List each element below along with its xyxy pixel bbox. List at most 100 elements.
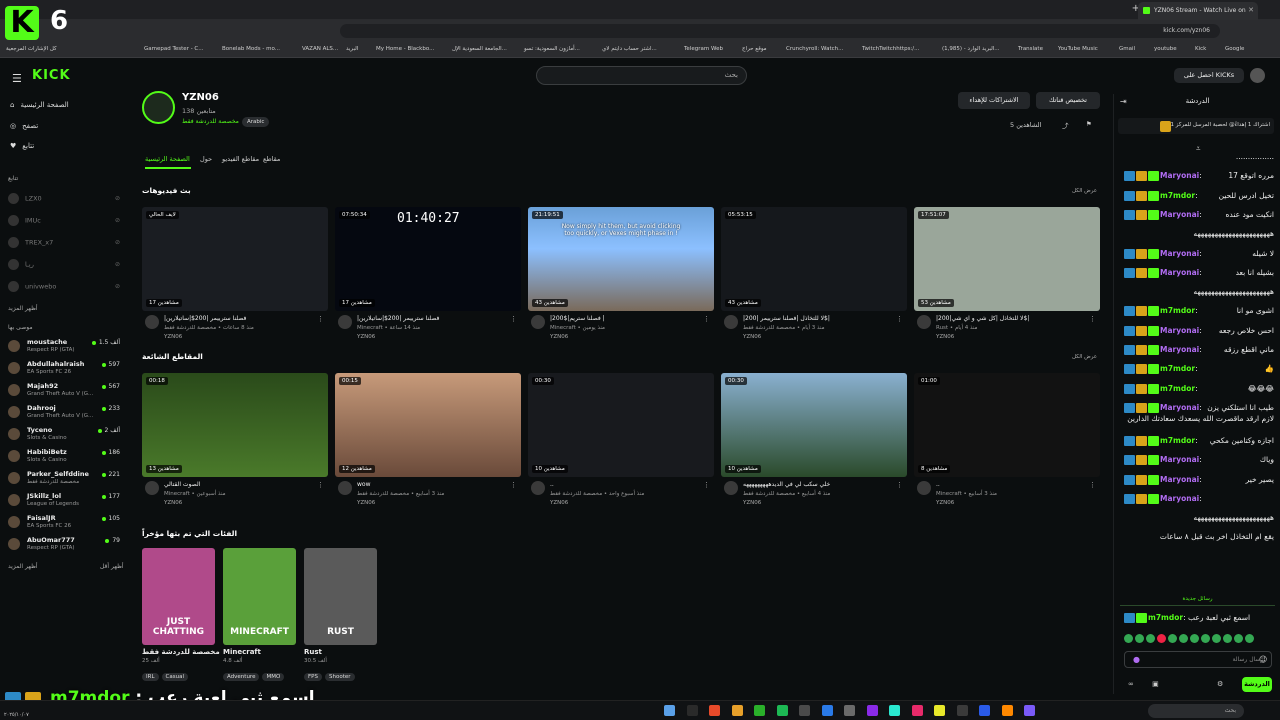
bookmark-item[interactable]: Gamepad Tester - C... [144,46,204,52]
tab-clips[interactable]: مقاطع [263,155,280,163]
tag[interactable]: IRL [142,673,159,681]
avatar[interactable] [917,315,931,329]
emote-icon[interactable] [1190,634,1199,643]
chat-username[interactable]: Maryonai [1160,249,1199,258]
emote-icon[interactable] [1168,634,1177,643]
taskbar-app-icon[interactable] [731,705,743,716]
card-user[interactable]: YZN06 [357,334,375,340]
thumbnail[interactable]: 01:00 8 مشاهدين [914,373,1100,477]
taskbar-app-icon[interactable] [1024,705,1035,716]
chat-input[interactable]: إرسال رسالة [1124,651,1272,668]
card-user[interactable]: YZN06 [164,500,182,506]
more-options-icon[interactable]: ⋮ [317,315,324,323]
card-title[interactable]: |200$|فصلنا ستريم | [550,315,700,322]
thumbnail[interactable]: 00:30 10 مشاهدين [721,373,907,477]
recommended-channel[interactable]: Majah92 Grand Theft Auto V (G... 567 [8,382,120,402]
customize-channel-button[interactable]: تخصيص قناتك [1036,92,1100,109]
category-name[interactable]: Minecraft [223,648,261,656]
card-title[interactable]: wow [357,481,507,488]
bookmark-item[interactable]: Crunchyroll: Watch... [786,46,843,52]
chat-username[interactable]: m7mdor [1160,191,1195,200]
clip-card[interactable]: 00:30 10 مشاهدين.. منذ أسبوع واحد • مخصصة … [528,373,714,509]
clip-card[interactable]: 01:00 8 مشاهدين.. Minecraft • منذ 3 أسابيع… [914,373,1100,509]
category-card[interactable]: JUST CHATTING مخصصة للدردشة فقط 25 ألف IRL C… [142,548,220,681]
sidebar-nav-item[interactable]: ♥ تتابع [10,142,34,150]
emote-icon[interactable] [1223,634,1232,643]
bookmark-item[interactable]: كل الإشارات المرجعية [6,46,57,52]
category-card[interactable]: RUST Rust 30.5 ألف FPS Shooter [304,548,377,681]
chat-username[interactable]: Maryonai [1160,455,1199,464]
card-user[interactable]: YZN06 [357,500,375,506]
avatar[interactable] [338,481,352,495]
bookmark-item[interactable]: YouTube Music [1058,46,1098,52]
bookmark-item[interactable]: البريد [346,46,358,52]
avatar[interactable] [917,481,931,495]
card-user[interactable]: YZN06 [743,500,761,506]
taskbar-app-icon[interactable] [799,705,810,716]
taskbar-app-icon[interactable] [1001,705,1013,716]
more-options-icon[interactable]: ⋮ [1089,315,1096,323]
bookmark-item[interactable]: Gmail [1119,46,1135,52]
taskbar-app-icon[interactable] [754,705,765,716]
browser-tab[interactable]: YZN06 Stream - Watch Live on ✕ [1138,2,1258,20]
recommended-channel[interactable]: AbuOmar777 Respect RP (GTA) 79 [8,536,120,556]
channel-category[interactable]: مخصصة للدردشة فقط [182,118,239,125]
card-user[interactable]: YZN06 [743,334,761,340]
emote-icon[interactable] [1212,634,1221,643]
taskbar-app-icon[interactable] [821,705,833,716]
emote-icon[interactable] [1157,634,1166,643]
thumbnail[interactable]: 00:18 13 مشاهدين [142,373,328,477]
search-input[interactable]: بحث [536,66,747,85]
bookmark-item[interactable]: Translate [1018,46,1043,52]
avatar[interactable] [145,481,159,495]
avatar[interactable] [531,315,545,329]
followed-channel[interactable]: LZX0 ⊘ [8,193,120,204]
emote-icon[interactable] [1234,634,1243,643]
card-title[interactable]: |لا للتخاذل |كل شي و اي شي|200$| [936,315,1086,322]
taskbar-app-icon[interactable] [956,705,968,716]
chat-username[interactable]: Maryonai [1160,475,1199,484]
chat-username[interactable]: Maryonai [1160,403,1199,412]
gift-icon[interactable]: ▣ [1152,680,1159,688]
user-avatar[interactable] [1250,68,1265,83]
card-title[interactable]: |فصلنا سترييمر |200$|ساتيلارين [164,315,314,322]
videos-see-all[interactable]: عرض الكل [1072,188,1097,194]
card-user[interactable]: YZN06 [164,334,182,340]
taskbar-app-icon[interactable] [979,705,990,716]
taskbar-app-icon[interactable] [664,705,675,716]
category-art[interactable]: RUST [304,548,377,645]
tab-home[interactable]: الصفحة الرئيسية [145,155,190,163]
tag[interactable]: MMO [262,673,285,681]
mic-icon[interactable]: ● [1133,655,1140,664]
thumbnail[interactable]: 00:15 12 مشاهدين [335,373,521,477]
recommended-channel[interactable]: moustache Respect RP (GTA) 1.5 ألف [8,338,120,358]
recommended-channel[interactable]: JSkillz_lol League of Legends 177 [8,492,120,512]
recommended-channel[interactable]: Parker_Selfddine مخصصة للدردشة فقط 221 [8,470,120,490]
thumbnail[interactable]: 05:53:15 43 مشاهدين [721,207,907,311]
bookmark-item[interactable]: أمازون السعودية: تسو... [524,46,580,52]
thumbnail[interactable]: 07:50:34 17 مشاهدين 01:40:27 [335,207,521,311]
tab-videos[interactable]: مقاطع الفيديو [222,155,259,163]
avatar[interactable] [531,481,545,495]
followed-channel[interactable]: ريـا ⊘ [8,259,120,270]
share-icon[interactable]: ⤴ [1062,120,1069,130]
emote-icon[interactable] [1124,634,1133,643]
emote-icon[interactable] [1135,634,1144,643]
card-title[interactable]: الصوت القتالي [164,481,314,488]
taskbar-app-icon[interactable] [709,705,720,716]
bookmark-item[interactable]: VAZAN ALS... [302,46,338,52]
emote-icon[interactable] [1245,634,1254,643]
show-more-following[interactable]: أظهر المزيد [8,305,38,312]
card-title[interactable]: خلي سكب لي في الديدهههههههههه [743,481,893,488]
taskbar-app-icon[interactable] [776,705,788,716]
kick-logo[interactable]: KICK [32,68,71,83]
get-kicks-button[interactable]: احصل على KICKs [1174,68,1244,83]
category-art[interactable]: MINECRAFT [223,548,296,645]
more-options-icon[interactable]: ⋮ [510,315,517,323]
card-user[interactable]: YZN06 [936,500,954,506]
settings-icon[interactable]: ⚙ [1217,680,1223,688]
more-options-icon[interactable]: ⋮ [510,481,517,489]
avatar[interactable] [338,315,352,329]
bookmark-item[interactable]: Bonelab Mods - mo... [222,46,280,52]
recommended-channel[interactable]: Abdullahalraish EA Sports FC 26 597 [8,360,120,380]
